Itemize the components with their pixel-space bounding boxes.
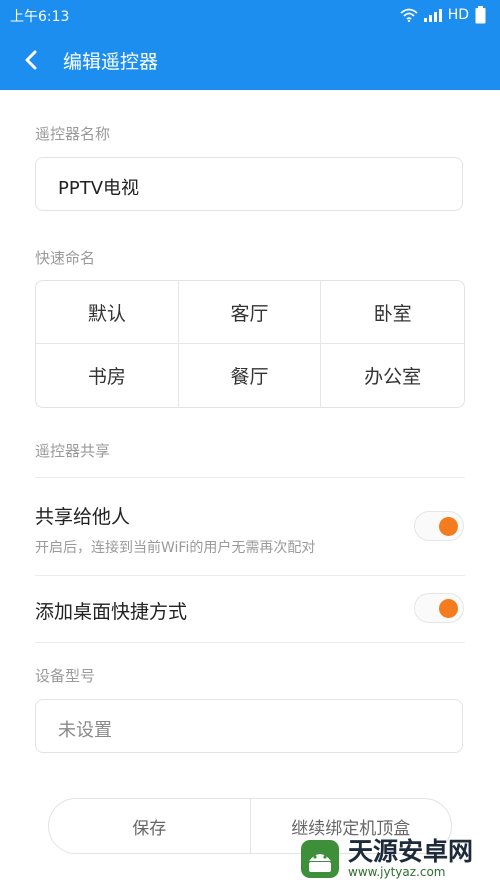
shortcut-toggle[interactable]	[414, 593, 464, 623]
share-toggle-knob	[439, 517, 458, 536]
watermark-url: www.jytyaz.com	[348, 865, 446, 879]
status-time: 上午6:13	[10, 9, 70, 25]
signal-icon	[423, 8, 442, 22]
shortcut-toggle-knob	[439, 599, 458, 618]
status-indicators: HD	[400, 6, 486, 24]
battery-icon	[475, 6, 486, 24]
quick-name-study[interactable]: 书房	[36, 344, 179, 407]
device-model-placeholder: 未设置	[58, 720, 112, 741]
network-type: HD	[447, 7, 469, 23]
wifi-icon	[400, 8, 418, 22]
quick-naming-label: 快速命名	[35, 249, 96, 267]
save-button[interactable]: 保存	[49, 799, 250, 853]
remote-name-label: 遥控器名称	[35, 125, 111, 143]
quick-name-living-room[interactable]: 客厅	[178, 281, 322, 344]
remote-name-value: PPTV电视	[58, 178, 140, 199]
watermark-text: 天源安卓网 www.jytyaz.com	[348, 837, 474, 880]
quick-name-default[interactable]: 默认	[36, 281, 179, 344]
share-toggle[interactable]	[414, 511, 464, 541]
share-description: 开启后，连接到当前WiFi的用户无需再次配对	[35, 540, 316, 556]
device-model-label: 设备型号	[35, 667, 96, 685]
quick-name-bedroom[interactable]: 卧室	[321, 281, 464, 344]
sharing-section-label: 遥控器共享	[35, 442, 111, 460]
device-model-field[interactable]: 未设置	[35, 699, 463, 753]
divider	[35, 575, 465, 576]
remote-name-input[interactable]: PPTV电视	[35, 157, 463, 211]
shortcut-title: 添加桌面快捷方式	[35, 601, 188, 623]
quick-name-office[interactable]: 办公室	[321, 344, 464, 407]
status-bar: 上午6:13 HD	[0, 0, 500, 30]
watermark-title: 天源安卓网	[348, 837, 474, 866]
quick-naming-grid: 默认 客厅 卧室 书房 餐厅 办公室	[35, 280, 465, 408]
app-bar: 编辑遥控器	[0, 30, 500, 90]
back-button[interactable]	[18, 46, 46, 74]
divider	[35, 477, 465, 478]
share-title: 共享给他人	[35, 506, 131, 528]
android-logo-icon	[301, 840, 339, 878]
chevron-left-icon	[25, 50, 37, 70]
page-title: 编辑遥控器	[63, 51, 159, 73]
quick-name-dining-room[interactable]: 餐厅	[179, 344, 322, 407]
watermark: 天源安卓网 www.jytyaz.com	[298, 832, 498, 886]
divider	[35, 642, 465, 643]
